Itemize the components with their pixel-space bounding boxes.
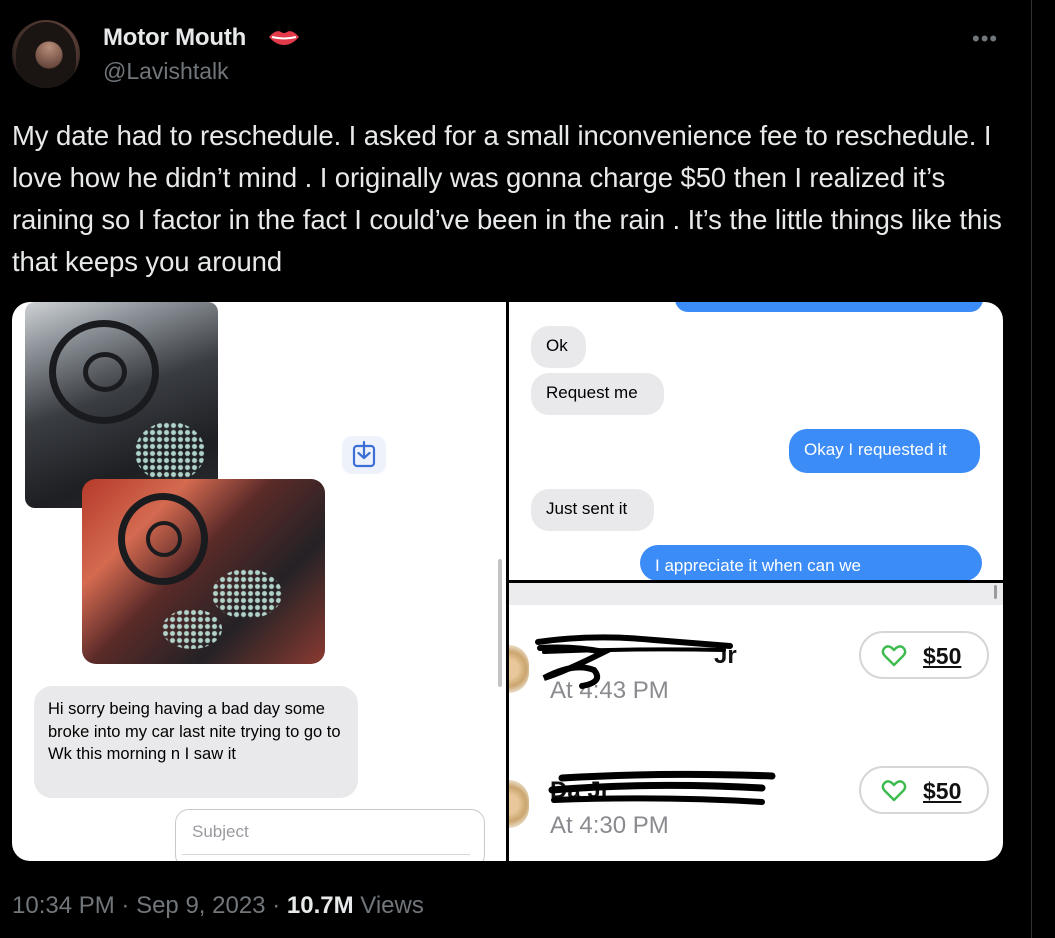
avatar[interactable]: [12, 20, 80, 88]
subject-divider: [182, 854, 470, 855]
message-sent-requested: Okay I requested it: [789, 429, 980, 473]
message-received-sent: Just sent it: [531, 489, 654, 531]
media-divider-horizontal: [509, 580, 1003, 583]
like-button[interactable]: $50: [859, 631, 989, 679]
subject-placeholder: Subject: [192, 822, 249, 841]
message-received-ok: Ok: [531, 326, 586, 368]
handle[interactable]: @Lavishtalk: [103, 58, 229, 85]
views-count[interactable]: 10.7M: [287, 892, 354, 919]
tweet-date[interactable]: Sep 9, 2023: [136, 892, 265, 919]
heart-icon: [881, 780, 907, 802]
tweet-text: My date had to reschedule. I asked for a…: [12, 120, 1002, 277]
display-name[interactable]: Motor Mouth: [103, 24, 246, 52]
payments-scrollbar[interactable]: [994, 585, 997, 599]
car-break-in-message: Hi sorry being having a bad day some bro…: [34, 686, 358, 798]
message-received-request: Request me: [531, 373, 664, 415]
message-sent-appreciate: I appreciate it when can we: [640, 545, 982, 581]
views-label: Views: [360, 892, 424, 919]
payment-time: At 4:30 PM: [550, 812, 669, 839]
like-button[interactable]: $50: [859, 766, 989, 814]
separator: ·: [272, 892, 281, 919]
tweet-time[interactable]: 10:34 PM: [12, 892, 115, 919]
tweet-metadata: 10:34 PM · Sep 9, 2023 · 10.7M Views: [12, 892, 424, 920]
payments-header: [509, 583, 1003, 605]
redaction-scribble: [548, 770, 776, 805]
redaction-scribble: [535, 634, 733, 689]
car-interior-photo-2[interactable]: [82, 479, 325, 664]
payment-amount: $50: [923, 643, 962, 669]
payer-avatar[interactable]: [509, 645, 529, 693]
separator: ·: [121, 892, 130, 919]
lips-icon: [269, 31, 299, 45]
sent-message-partial: [675, 302, 983, 312]
subject-field[interactable]: Subject: [175, 809, 485, 861]
message-underline: [48, 796, 228, 798]
scrollbar[interactable]: [498, 559, 502, 687]
payment-amount: $50: [923, 778, 962, 804]
more-options-icon[interactable]: •••: [972, 26, 998, 52]
heart-icon: [881, 645, 907, 667]
download-icon[interactable]: [342, 436, 386, 474]
column-divider: [1031, 0, 1032, 938]
car-interior-photo-1[interactable]: [25, 302, 218, 508]
media-grid[interactable]: Hi sorry being having a bad day some bro…: [12, 302, 1003, 861]
payer-avatar[interactable]: [509, 780, 529, 828]
